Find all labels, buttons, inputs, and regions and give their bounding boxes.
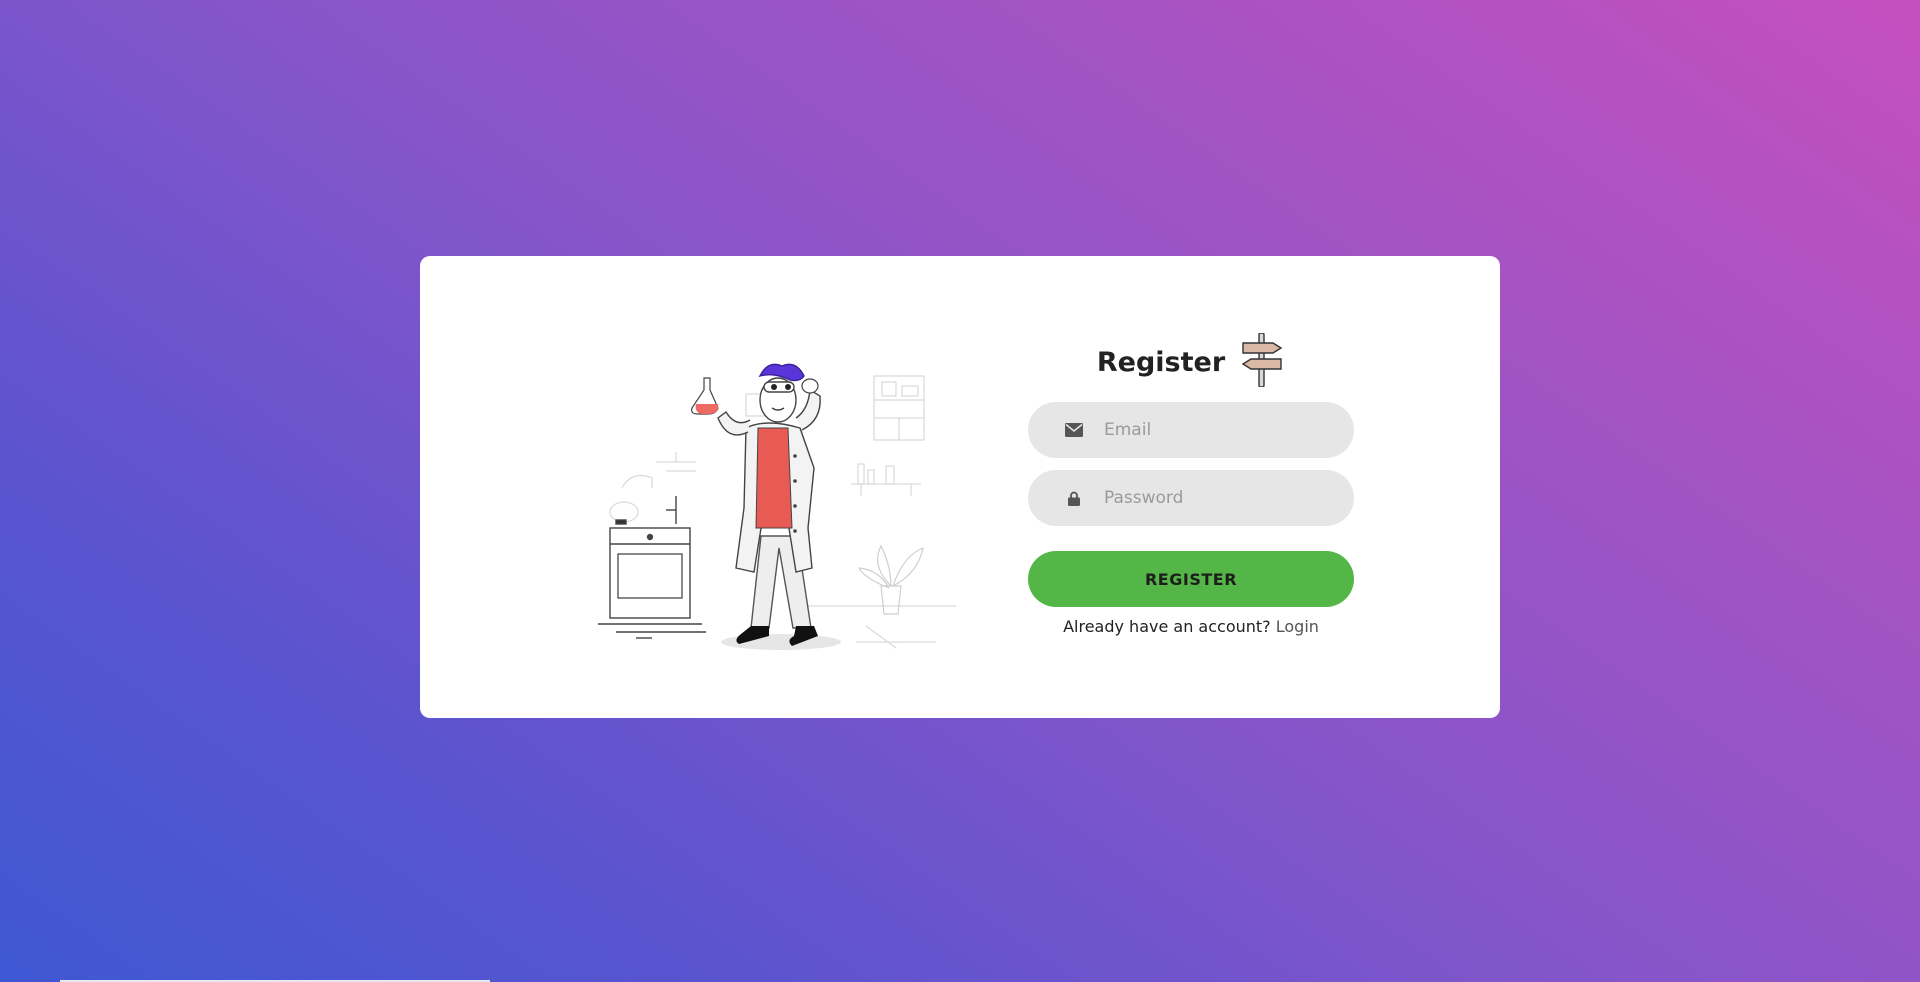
login-prompt-text: Already have an account? [1063, 617, 1276, 636]
login-link[interactable]: Login [1276, 617, 1319, 636]
scientist-illustration [596, 356, 986, 656]
register-form: Register Email REGISTER Already have an … [1028, 332, 1354, 636]
login-prompt: Already have an account? Login [1028, 617, 1354, 636]
register-button[interactable]: REGISTER [1028, 551, 1354, 607]
register-card: Register Email REGISTER Already have an … [420, 256, 1500, 718]
envelope-icon [1064, 420, 1084, 440]
form-title: Register [1096, 346, 1226, 378]
form-header: Register [1028, 332, 1354, 391]
email-input[interactable] [1102, 409, 1326, 451]
email-field[interactable] [1028, 402, 1354, 458]
password-input[interactable] [1102, 477, 1326, 519]
signpost-icon [1239, 332, 1285, 391]
lock-icon [1064, 488, 1084, 508]
password-field[interactable] [1028, 470, 1354, 526]
